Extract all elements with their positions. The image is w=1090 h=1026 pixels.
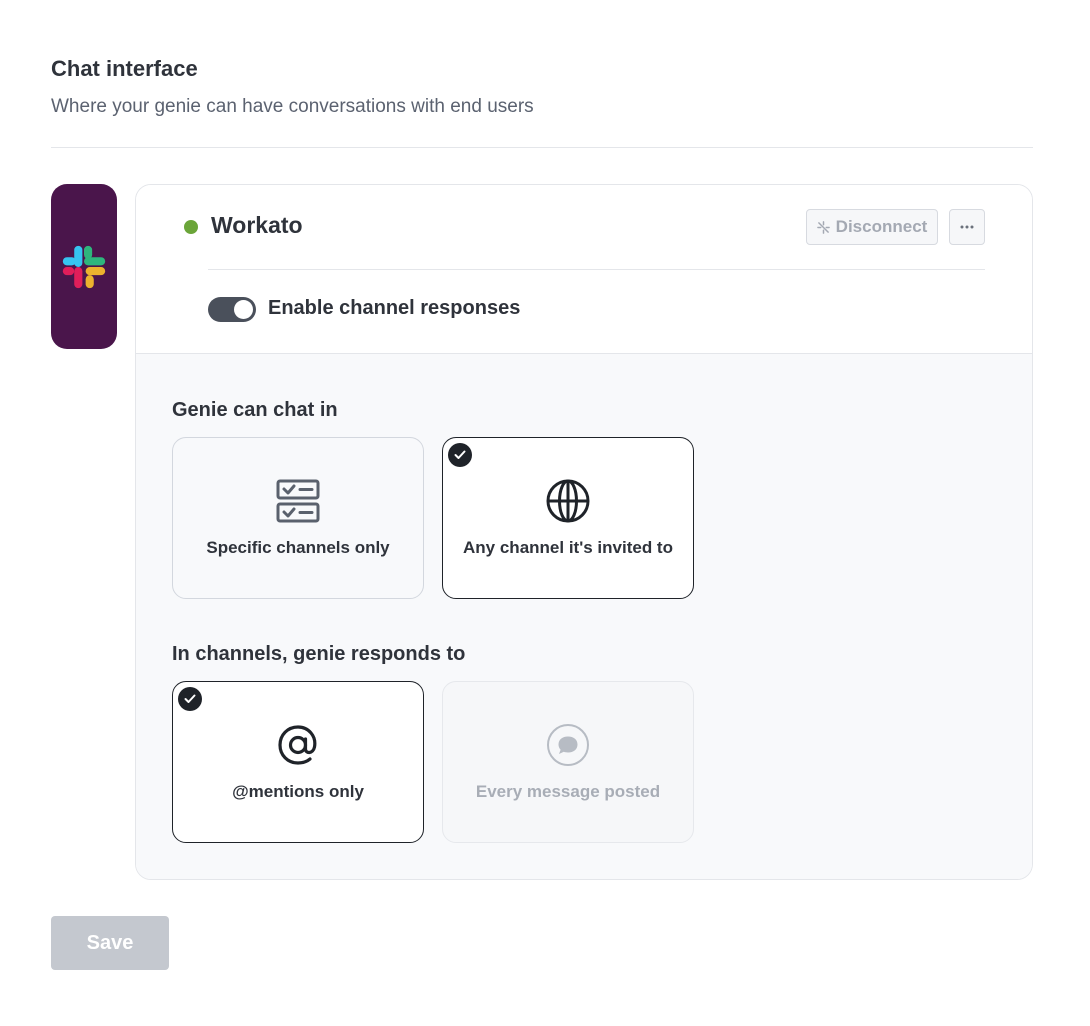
more-options-button[interactable] — [949, 209, 985, 245]
disconnect-label: Disconnect — [835, 217, 928, 236]
more-horizontal-icon — [960, 225, 974, 229]
selected-check-icon — [178, 687, 202, 711]
chat-in-label: Genie can chat in — [172, 399, 338, 421]
disconnect-button[interactable]: Disconnect — [806, 209, 938, 245]
section-subtitle: Where your genie can have conversations … — [51, 96, 534, 117]
channel-settings: Genie can chat in Specific channels only — [136, 354, 1032, 879]
slack-connection-card: Workato Disconnect Enable channel respon… — [135, 184, 1033, 880]
enable-channel-responses-toggle[interactable] — [208, 297, 256, 322]
option-any-channel[interactable]: Any channel it's invited to — [442, 437, 694, 599]
globe-icon — [546, 479, 590, 523]
toggle-label: Enable channel responses — [268, 297, 521, 319]
option-mentions-only[interactable]: @mentions only — [172, 681, 424, 843]
header-divider — [208, 269, 985, 270]
option-label: Any channel it's invited to — [463, 538, 673, 557]
workspace-name: Workato — [211, 212, 303, 238]
toggle-knob — [234, 300, 253, 319]
option-every-message: Every message posted — [442, 681, 694, 843]
option-specific-channels[interactable]: Specific channels only — [172, 437, 424, 599]
option-label: Specific channels only — [206, 538, 390, 557]
slack-logo-icon — [62, 245, 106, 288]
at-sign-icon — [278, 725, 317, 765]
connected-status-dot — [184, 220, 198, 234]
option-label: Every message posted — [475, 782, 661, 801]
chat-bubble-icon — [547, 724, 589, 766]
option-label: @mentions only — [232, 782, 364, 801]
responds-to-label: In channels, genie responds to — [172, 643, 466, 665]
channel-list-icon — [276, 479, 320, 523]
unlink-icon — [816, 220, 830, 234]
save-button[interactable]: Save — [51, 916, 169, 970]
slack-logo-tile — [51, 184, 117, 349]
connection-header: Workato Disconnect Enable channel respon… — [136, 185, 1032, 354]
section-title: Chat interface — [51, 56, 198, 81]
selected-check-icon — [448, 443, 472, 467]
section-divider — [51, 147, 1033, 148]
